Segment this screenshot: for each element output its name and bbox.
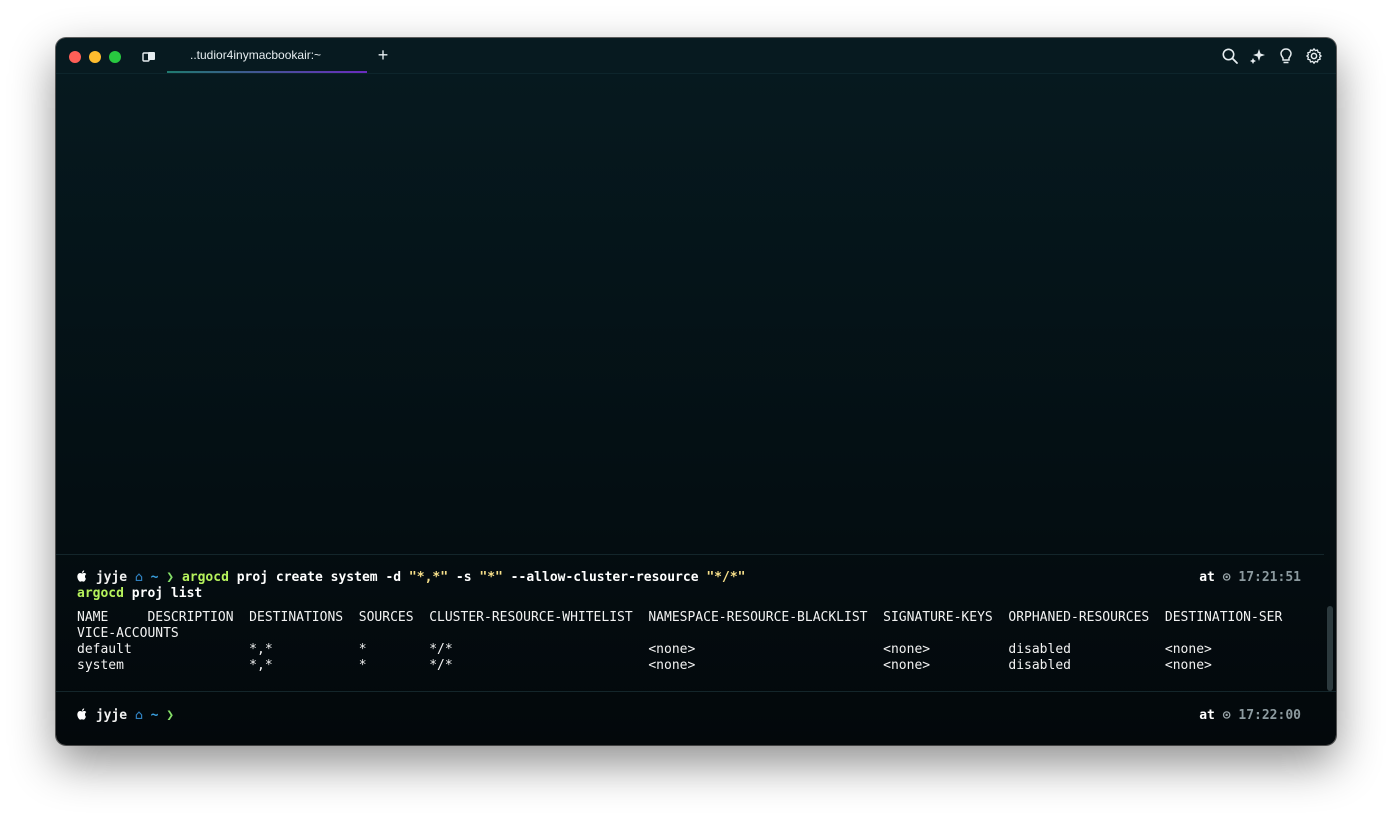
output-row: default *,* * */* <none> <none> disabled… bbox=[77, 642, 1212, 657]
clock-icon: ⊙ bbox=[1222, 708, 1231, 723]
block-timestamp: at ⊙ 17:21:51 bbox=[1199, 570, 1301, 586]
minimize-window-button[interactable] bbox=[89, 51, 101, 63]
tab-title: ..tudior4inymacbookair:~ bbox=[190, 48, 322, 62]
command-name: argocd bbox=[181, 570, 229, 585]
command-string: "*" bbox=[479, 570, 503, 585]
output-header-wrap: VICE-ACCOUNTS bbox=[77, 626, 179, 641]
tab-active-indicator bbox=[167, 71, 367, 73]
prompt-line-1: jyje ⌂ ~ ❯ argocd proj create system -d … bbox=[77, 570, 746, 586]
command-string: "*/*" bbox=[706, 570, 746, 585]
prompt-directory: ~ bbox=[150, 708, 159, 723]
command-string: "*,*" bbox=[408, 570, 449, 585]
home-icon: ⌂ bbox=[134, 708, 143, 723]
clock-icon: ⊙ bbox=[1222, 570, 1231, 585]
block-timestamp: at ⊙ 17:22:00 bbox=[1199, 708, 1301, 724]
command-args: proj create system -d bbox=[228, 570, 409, 585]
close-window-button[interactable] bbox=[69, 51, 81, 63]
tab-active[interactable]: ..tudior4inymacbookair:~ bbox=[167, 38, 367, 73]
command-name: argocd bbox=[77, 586, 124, 601]
lightbulb-icon[interactable] bbox=[1277, 47, 1295, 65]
title-bar: ..tudior4inymacbookair:~ + bbox=[56, 38, 1336, 74]
settings-gear-icon[interactable] bbox=[1305, 47, 1323, 65]
apple-icon bbox=[77, 570, 88, 585]
apple-icon bbox=[77, 708, 88, 723]
ai-sparkle-icon[interactable] bbox=[1249, 47, 1267, 65]
zoom-window-button[interactable] bbox=[109, 51, 121, 63]
output-header: NAME DESCRIPTION DESTINATIONS SOURCES CL… bbox=[77, 610, 1283, 625]
command-args: -s bbox=[448, 570, 480, 585]
at-label: at bbox=[1199, 570, 1215, 585]
block-divider bbox=[56, 691, 1336, 692]
prompt-user: jyje bbox=[95, 570, 128, 585]
scrollbar[interactable] bbox=[1327, 606, 1333, 691]
search-icon[interactable] bbox=[1221, 47, 1239, 65]
home-icon: ⌂ bbox=[134, 570, 143, 585]
command-args: --allow-cluster-resource bbox=[502, 570, 707, 585]
input-prompt[interactable]: jyje ⌂ ~ ❯ bbox=[77, 708, 174, 724]
block-divider bbox=[56, 554, 1324, 555]
timestamp: 17:22:00 bbox=[1238, 708, 1301, 723]
output-row: system *,* * */* <none> <none> disabled … bbox=[77, 658, 1212, 673]
prompt-chevron: ❯ bbox=[166, 570, 175, 585]
command-args: proj list bbox=[123, 586, 203, 601]
new-tab-button[interactable]: + bbox=[374, 45, 392, 65]
at-label: at bbox=[1199, 708, 1215, 723]
prompt-line-2: argocd proj list bbox=[77, 586, 202, 602]
prompt-user: jyje bbox=[95, 708, 128, 723]
terminal-window: ..tudior4inymacbookair:~ + jyje ⌂ ~ ❯ ar… bbox=[56, 38, 1336, 745]
prompt-directory: ~ bbox=[150, 570, 159, 585]
tab-overview-icon[interactable] bbox=[142, 49, 156, 63]
prompt-chevron: ❯ bbox=[166, 708, 175, 723]
timestamp: 17:21:51 bbox=[1238, 570, 1301, 585]
